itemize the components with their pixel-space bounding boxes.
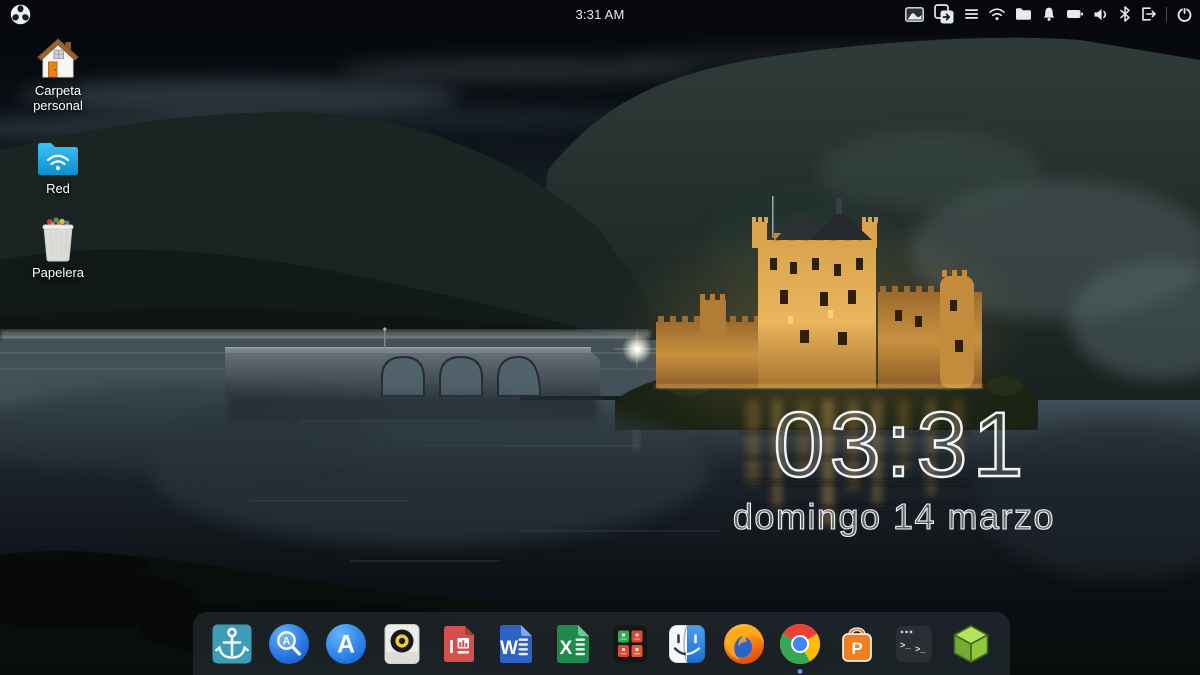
battery-icon[interactable] (1066, 8, 1084, 20)
dock-item-apps-grid[interactable] (606, 619, 654, 669)
svg-text:X: X (560, 638, 573, 659)
firefox-icon (721, 621, 767, 667)
dock-item-cube[interactable] (947, 619, 995, 669)
desktop-icon-home[interactable]: Carpeta personal (17, 36, 99, 114)
desktop-icon-network[interactable]: Red (17, 140, 99, 196)
logout-icon[interactable] (1140, 6, 1157, 22)
system-tray (905, 0, 1193, 28)
dock-item-package-manager[interactable]: P (833, 619, 881, 669)
dock-item-anchor[interactable] (208, 619, 256, 669)
desktop-icon-label: Carpeta personal (17, 83, 99, 114)
house-icon (35, 36, 81, 80)
desktop-icon-trash[interactable]: Papelera (17, 214, 99, 280)
volume-icon[interactable] (1093, 7, 1110, 22)
dock-item-finder[interactable] (663, 619, 711, 669)
speaker-icon (379, 621, 425, 667)
distro-logo-icon (9, 3, 32, 26)
green-cube-icon (948, 621, 994, 667)
top-panel: 3:31 AM (0, 0, 1200, 29)
files-icon[interactable] (1015, 7, 1032, 21)
gallery-icon[interactable] (905, 7, 924, 22)
tray-separator (1166, 7, 1167, 22)
dock-item-excel[interactable]: X (549, 619, 597, 669)
svg-text:I: I (449, 637, 454, 657)
notifications-bell-icon[interactable] (1041, 6, 1057, 22)
terminal-icon: >_ >_ (891, 621, 937, 667)
trash-full-icon (35, 214, 81, 262)
dock-item-presentation[interactable]: I (435, 619, 483, 669)
dock: A A I (193, 612, 1010, 675)
power-icon[interactable] (1176, 6, 1193, 23)
panel-clock[interactable]: 3:31 AM (575, 7, 624, 22)
wallpaper (0, 0, 1200, 675)
app-store-icon: A (323, 621, 369, 667)
spreadsheet-doc-icon: X (550, 621, 596, 667)
svg-text:>_: >_ (900, 641, 911, 651)
chrome-icon (777, 621, 823, 667)
app-launcher-button[interactable] (5, 0, 35, 28)
svg-text:P: P (852, 639, 863, 658)
desktop: 3:31 AM (0, 0, 1200, 675)
dock-item-search[interactable]: A (265, 619, 313, 669)
apps-grid-icon (607, 621, 653, 667)
svg-text:>_: >_ (915, 645, 926, 655)
desktop-icon-label: Red (46, 181, 70, 196)
network-folder-icon (35, 140, 81, 178)
svg-text:W: W (500, 638, 518, 659)
dock-item-app-store[interactable]: A (322, 619, 370, 669)
dock-item-firefox[interactable] (720, 619, 768, 669)
dock-item-terminal[interactable]: >_ >_ (890, 619, 938, 669)
svg-text:A: A (282, 635, 290, 647)
window-switcher-icon[interactable] (933, 3, 955, 25)
presentation-doc-icon: I (436, 621, 482, 667)
dock-item-music[interactable] (378, 619, 426, 669)
desktop-icon-label: Papelera (32, 265, 84, 280)
dock-item-word[interactable]: W (492, 619, 540, 669)
search-launcher-icon: A (266, 621, 312, 667)
wifi-icon[interactable] (988, 7, 1006, 21)
finder-face-icon (664, 621, 710, 667)
package-bag-icon: P (834, 621, 880, 667)
word-doc-icon: W (493, 621, 539, 667)
svg-text:A: A (337, 630, 355, 658)
dock-item-chrome[interactable] (776, 619, 824, 669)
bluetooth-icon[interactable] (1119, 6, 1131, 22)
anchor-icon (209, 621, 255, 667)
running-indicator (798, 669, 803, 674)
menu-icon[interactable] (964, 7, 979, 21)
